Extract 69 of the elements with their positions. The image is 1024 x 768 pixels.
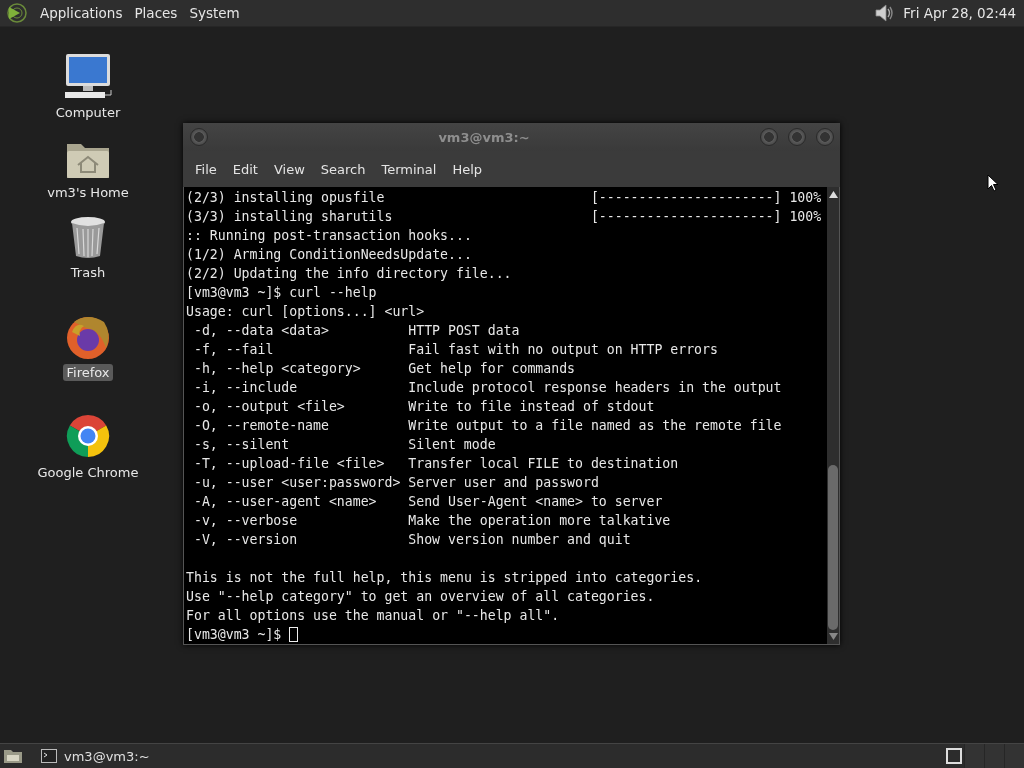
progress-percent: 100%	[789, 208, 822, 226]
window-title: vm3@vm3:~	[437, 129, 531, 145]
option-description: Silent mode	[408, 436, 496, 454]
option-name-text: -A, --user-agent <name>	[193, 494, 377, 509]
option-description: Server user and password	[408, 474, 599, 492]
chrome-icon[interactable]	[64, 412, 112, 460]
option-description: Send User-Agent <name> to server	[408, 493, 663, 511]
menu-item[interactable]: Terminal	[373, 161, 445, 177]
scrollbar[interactable]	[827, 187, 839, 644]
option-name-text: -d, --data <data>	[193, 323, 329, 338]
option-description: Get help for commands	[408, 360, 576, 378]
terminal-line: This is not the full help, this menu is stripped into categories.	[186, 569, 703, 587]
scrollbar-thumb[interactable]	[828, 465, 838, 630]
trash-icon[interactable]	[69, 216, 107, 260]
taskbar-button[interactable]: vm3@vm3:~	[41, 748, 150, 764]
option-name-text: -i, --include	[193, 380, 298, 395]
progress-bar-text: [----------------------]	[590, 189, 782, 207]
option-name-text: -V, --version	[193, 532, 298, 547]
option-description: Write output to a file named as the remote file	[408, 417, 782, 435]
option-name-text: -f, --fail	[193, 342, 274, 357]
desktop-icon-label[interactable]: vm3's Home	[44, 184, 132, 201]
menu-item[interactable]: File	[187, 161, 225, 177]
terminal-line: [vm3@vm3 ~]$ curl --help	[186, 284, 377, 302]
desktop-icon-label[interactable]: Firefox	[63, 364, 113, 381]
scroll-up-icon[interactable]	[828, 191, 838, 198]
option-name-text: -v, --verbose	[193, 513, 298, 528]
progress-bar-text: [----------------------]	[590, 208, 782, 226]
panel-menu[interactable]: Places	[128, 5, 184, 21]
option-description: HTTP POST data	[408, 322, 520, 340]
panel-menu[interactable]: System	[183, 5, 246, 21]
terminal-line: (1/2) Arming ConditionNeedsUpdate...	[186, 246, 472, 264]
option-name-text: -o, --output <file>	[193, 399, 345, 414]
option-description: Show version number and quit	[408, 531, 631, 549]
terminal-line: Usage: curl [options...] <url>	[186, 303, 425, 321]
option-description: Make the operation more talkative	[408, 512, 671, 530]
mouse-pointer-icon	[987, 174, 999, 192]
shell-prompt: [vm3@vm3 ~]$	[186, 626, 282, 644]
computer-icon[interactable]	[63, 52, 113, 100]
desktop-icon-label[interactable]: Trash	[67, 264, 109, 281]
terminal-line: (3/3) installing sharutils	[186, 208, 394, 226]
terminal-line: :: Running post-transaction hooks...	[186, 227, 472, 245]
scroll-down-icon[interactable]	[828, 633, 838, 640]
option-description: Write to file instead of stdout	[408, 398, 655, 416]
menu-item[interactable]: View	[265, 161, 313, 177]
option-name-text: -s, --silent	[193, 437, 290, 452]
option-name-text: -O, --remote-name	[193, 418, 329, 433]
option-name-text: -h, --help <category>	[193, 361, 361, 376]
panel-menu[interactable]: Applications	[34, 5, 129, 21]
text-cursor	[289, 627, 299, 642]
option-name-text: -u, --user <user:password>	[193, 475, 401, 490]
menu-item[interactable]: Edit	[224, 161, 266, 177]
terminal-line: (2/2) Updating the info directory file...	[186, 265, 512, 283]
terminal-line: Use "--help category" to get an overview of all categories.	[186, 588, 655, 606]
desktop-icon-label[interactable]: Computer	[52, 104, 124, 121]
desktop-icon-label[interactable]: Google Chrome	[34, 464, 142, 481]
option-description: Transfer local FILE to destination	[408, 455, 679, 473]
clock[interactable]: Fri Apr 28, 02:44	[895, 5, 1020, 21]
option-description: Fail fast with no output on HTTP errors	[408, 341, 718, 359]
menu-item[interactable]: Search	[312, 161, 374, 177]
menu-item[interactable]: Help	[444, 161, 491, 177]
volume-icon[interactable]	[873, 2, 896, 24]
progress-percent: 100%	[789, 189, 822, 207]
terminal-icon	[41, 749, 57, 763]
terminal-line: For all options use the manual or "--help all".	[186, 607, 560, 625]
distro-logo-icon[interactable]	[6, 2, 28, 24]
terminal-line: (2/3) installing opusfile	[186, 189, 386, 207]
show-desktop-icon[interactable]	[3, 747, 23, 765]
option-name-text: -T, --upload-file <file>	[193, 456, 385, 471]
option-description: Include protocol response headers in the output	[408, 379, 782, 397]
